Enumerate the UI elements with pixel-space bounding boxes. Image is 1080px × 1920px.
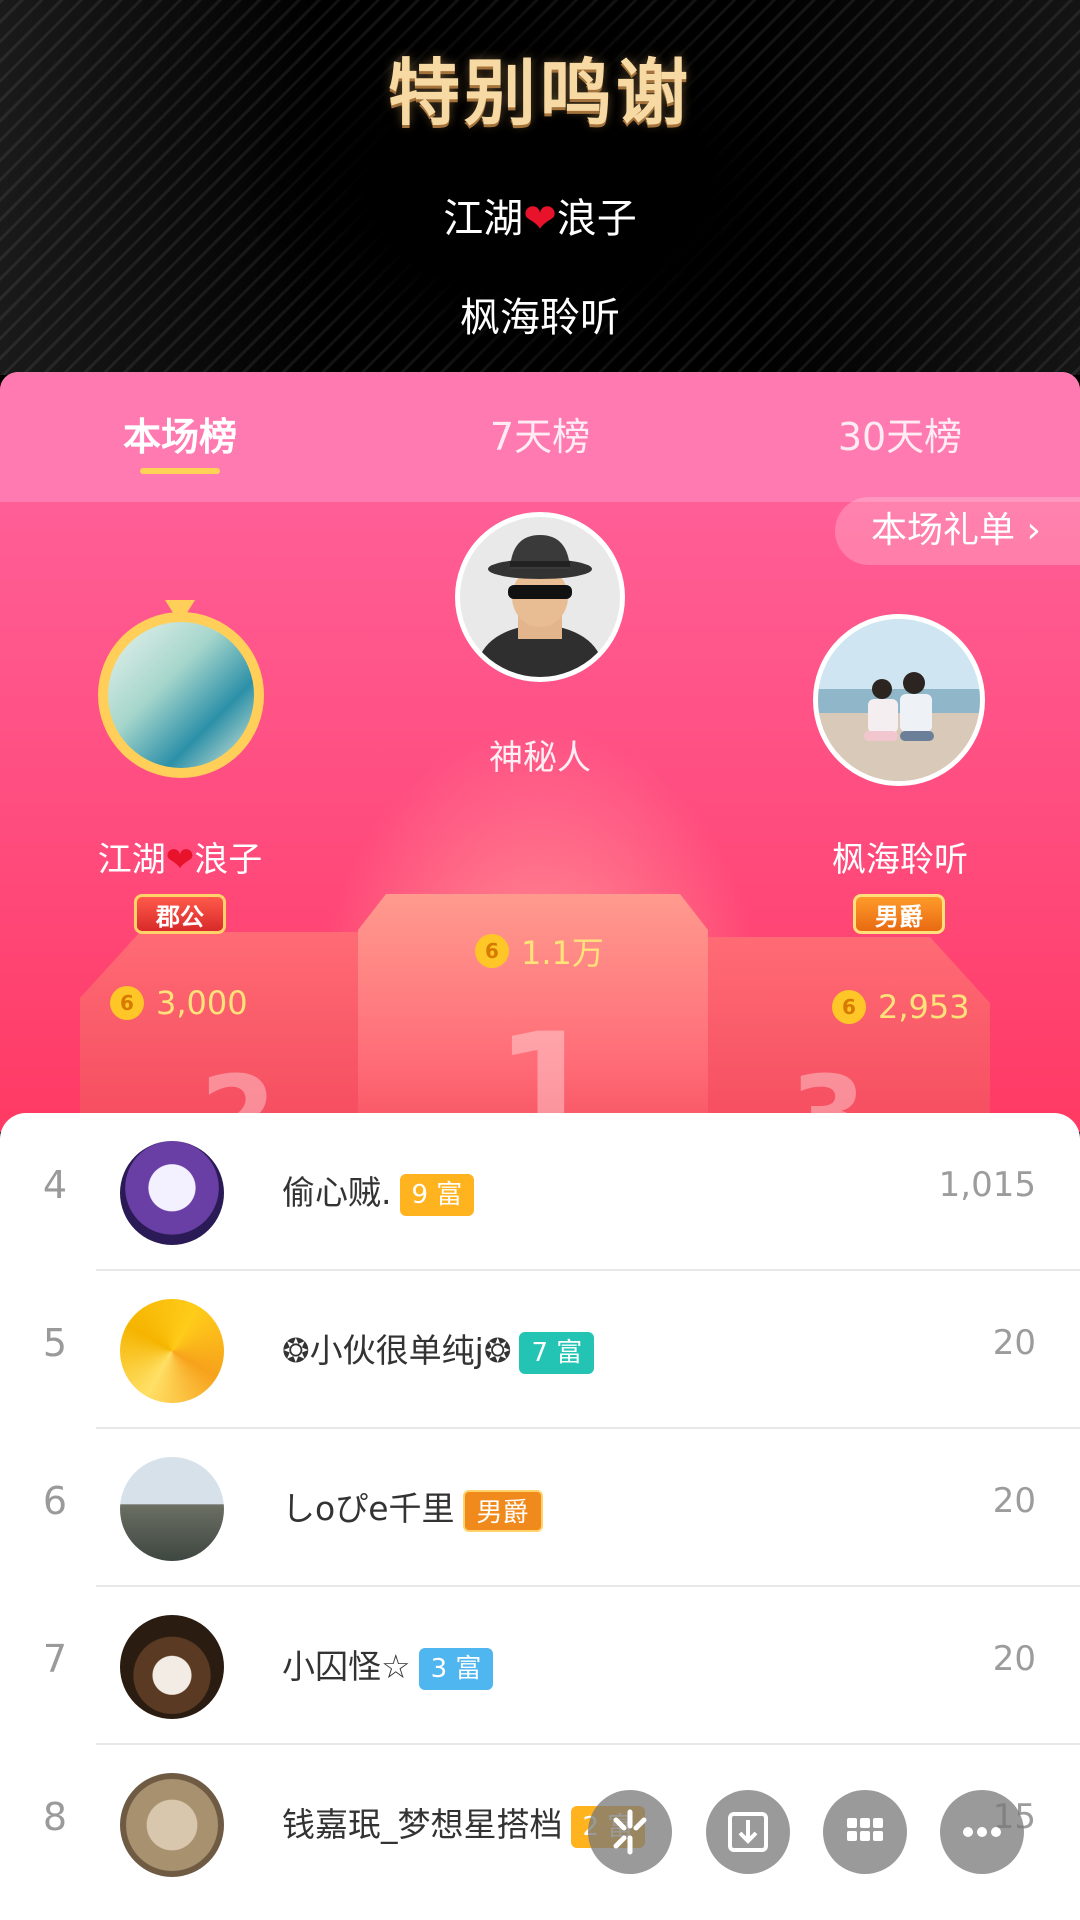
gift-list-button[interactable]: 本场礼单 › <box>835 497 1080 565</box>
wealth-badge: 7 富 <box>519 1331 595 1374</box>
rank-number: 8 <box>42 1795 68 1839</box>
user-score: 20 <box>992 1481 1036 1521</box>
incognito-icon <box>478 535 602 677</box>
thanks-name-1: 江湖❤浪子 <box>443 196 637 242</box>
grid-icon <box>847 1818 883 1841</box>
user-name: 小囚怪☆ <box>282 1647 411 1686</box>
podium-second-name: 江湖❤浪子 <box>97 840 263 880</box>
avatar[interactable] <box>120 1615 224 1719</box>
coin-icon: 6 <box>832 990 866 1024</box>
avatar[interactable] <box>120 1299 224 1403</box>
podium-third-score: 6 2,953 <box>832 988 970 1026</box>
tab-current-session[interactable]: 本场榜 <box>60 406 300 461</box>
couple-photo <box>818 619 980 781</box>
user-name: 偷心贼. <box>282 1173 392 1212</box>
user-score: 20 <box>992 1323 1036 1363</box>
thanks-header: 特别鸣谢 江湖❤浪子 枫海聆听 <box>0 0 1080 375</box>
thanks-name-2: 枫海聆听 <box>460 295 620 341</box>
podium-second-score: 6 3,000 <box>110 984 248 1022</box>
tab-7-days[interactable]: 7天榜 <box>420 406 660 461</box>
sparkle-icon <box>613 1809 647 1855</box>
list-item[interactable]: 4 偷心贼. 9 富 1,015 <box>0 1113 1080 1271</box>
podium-first-name: 神秘人 <box>489 738 591 778</box>
more-button[interactable] <box>940 1790 1024 1874</box>
rank-number: 4 <box>42 1163 68 1207</box>
wealth-badge: 9 富 <box>399 1173 475 1216</box>
heart-icon: ❤ <box>523 196 557 242</box>
user-name-wrap: 小囚怪☆ 3 富 <box>282 1640 494 1690</box>
list-item[interactable]: 5 ❂小伙很单纯j❂ 7 富 20 <box>0 1271 1080 1429</box>
user-name: ❂小伙很单纯j❂ <box>282 1331 512 1370</box>
list-item[interactable]: 8 钱嘉珉_梦想星搭档2 富 15 <box>0 1745 1080 1903</box>
list-item[interactable]: 6 しoぴe千里 男爵 20 <box>0 1429 1080 1587</box>
user-name-wrap: ❂小伙很单纯j❂ 7 富 <box>282 1324 595 1374</box>
avatar[interactable] <box>120 1773 224 1877</box>
coin-icon: 6 <box>475 934 509 968</box>
user-name-wrap: 偷心贼. 9 富 <box>282 1166 475 1216</box>
tab-active-indicator <box>140 468 220 474</box>
rank-number: 7 <box>42 1637 68 1681</box>
ranking-list: 4 偷心贼. 9 富 1,015 5 ❂小伙很单纯j❂ 7 富 20 6 しoぴe千… <box>0 1113 1080 1920</box>
noble-badge-second: 郡公 <box>134 894 226 934</box>
user-name: しoぴe千里 <box>282 1489 455 1528</box>
podium-third-name: 枫海聆听 <box>832 840 968 880</box>
grid-menu-button[interactable] <box>823 1790 907 1874</box>
wealth-badge: 3 富 <box>418 1647 494 1690</box>
avatar-third[interactable] <box>813 614 985 786</box>
user-score: 1,015 <box>938 1165 1036 1205</box>
header-title: 特别鸣谢 <box>387 51 692 135</box>
avatar-second[interactable] <box>98 612 264 778</box>
avatar[interactable] <box>120 1457 224 1561</box>
podium-first-score: 6 1.1万 <box>475 928 604 974</box>
sparkle-button[interactable] <box>588 1790 672 1874</box>
download-button[interactable] <box>706 1790 790 1874</box>
tab-30-days[interactable]: 30天榜 <box>780 406 1020 461</box>
avatar[interactable] <box>120 1141 224 1245</box>
user-score: 20 <box>992 1639 1036 1679</box>
noble-badge: 男爵 <box>462 1489 543 1532</box>
more-icon <box>963 1827 1001 1837</box>
avatar-first-mystery[interactable] <box>455 512 625 682</box>
rank-number: 5 <box>42 1321 68 1365</box>
rank-number: 6 <box>42 1479 68 1523</box>
heart-icon: ❤ <box>165 840 195 880</box>
coin-icon: 6 <box>110 986 144 1020</box>
ranking-panel: 本场榜 7天榜 30天榜 本场礼单 › 1 2 3 神秘人 6 1.1万 江湖❤… <box>0 372 1080 1132</box>
download-icon <box>728 1812 768 1852</box>
tab-bar: 本场榜 7天榜 30天榜 <box>0 372 1080 502</box>
noble-badge-third: 男爵 <box>853 894 945 934</box>
user-name-wrap: しoぴe千里 男爵 <box>282 1482 543 1532</box>
user-name: 钱嘉珉_梦想星搭档 <box>282 1805 563 1844</box>
list-item[interactable]: 7 小囚怪☆ 3 富 20 <box>0 1587 1080 1745</box>
